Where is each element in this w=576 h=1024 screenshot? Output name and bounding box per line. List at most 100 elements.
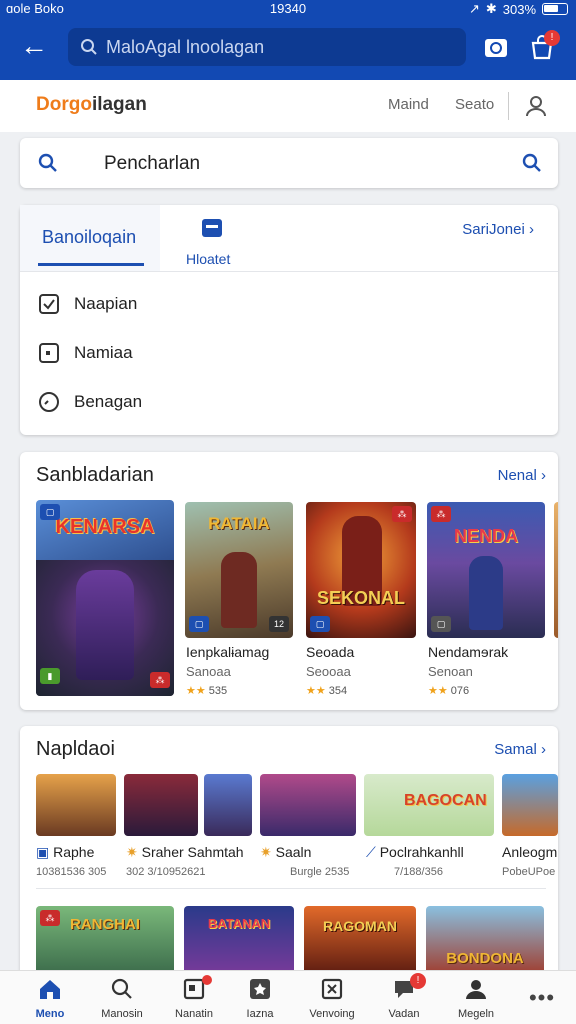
game-tile[interactable]: RATAIA ▢ 12 (185, 502, 293, 638)
tab-active[interactable]: Banoiloqain (20, 205, 160, 271)
game-art-title: KENARSA (55, 516, 155, 538)
game-tile[interactable]: BATANAN (184, 906, 294, 976)
search-submit-icon[interactable] (522, 153, 542, 173)
header-link-seato[interactable]: Seato (455, 96, 494, 113)
game-rating: ★★ 076 (428, 685, 470, 697)
search-icon (111, 978, 132, 999)
game-subtitle: 7/188/356 (394, 866, 443, 878)
section-more-link[interactable]: Nenal › (498, 467, 546, 484)
game-tile[interactable] (204, 774, 252, 836)
platform-badge: ▢ (40, 504, 60, 520)
search-icon (81, 39, 97, 55)
nav-label: Iazna (246, 1008, 274, 1020)
nav-apps[interactable]: Nanatin (162, 975, 226, 1020)
game-name[interactable]: Nendamɘrak (428, 644, 508, 660)
brand-logo[interactable]: Dorgoilagan (36, 94, 147, 116)
top-app-bar: ɑole Boko 19340 ↗ ✱ 303% ← MaloAgal lnoo… (0, 0, 576, 80)
nav-home[interactable]: Meno (18, 977, 82, 1020)
game-subtitle: PobeUPoe (502, 866, 556, 878)
game-art-title: RATAIA (208, 514, 270, 533)
platform-badge: ▢ (310, 616, 330, 632)
filter-option-label: Namiaa (74, 343, 133, 362)
game-art-title: NENDA (453, 526, 518, 546)
tab-underline (38, 263, 144, 266)
top-search-text: MaloAgal lnoolagan (106, 36, 265, 57)
nav-search[interactable]: Manosin (90, 977, 154, 1020)
square-icon (39, 343, 59, 363)
nav-label: Venvoing (309, 1008, 355, 1020)
game-subtitle: Burgle 2535 (290, 866, 350, 878)
game-name[interactable]: ✷ Saaln (260, 844, 311, 861)
account-icon (466, 980, 486, 999)
radio-icon (39, 392, 59, 412)
game-tile[interactable]: RANGHAI ⁂ (36, 906, 174, 976)
game-art-title: RAGOMAN (323, 918, 397, 934)
camera-icon[interactable] (482, 34, 510, 62)
game-tile[interactable]: BAGOCAN (364, 774, 494, 836)
nav-more[interactable]: ••• (510, 985, 574, 1011)
top-search-field[interactable]: MaloAgal lnoolagan (68, 28, 466, 66)
game-rating: ★★ 535 (186, 685, 228, 697)
game-tile[interactable]: BONDONA (426, 906, 544, 976)
game-subtitle: Senoan (428, 664, 473, 679)
filter-option-3[interactable]: Benagan (38, 387, 142, 417)
game-tile-large[interactable]: KENARSA ▢ ▮ ⁂ (36, 500, 174, 696)
section-featured: Sanbladarian Nenal › KENARSA ▢ ▮ ⁂ RATAI… (20, 452, 558, 710)
game-tile[interactable] (36, 774, 116, 836)
header-link-maind[interactable]: Maind (388, 96, 429, 113)
section-title: Napldaoi (36, 738, 115, 760)
game-art-title: BAGOCAN (404, 792, 487, 809)
nav-games[interactable]: Venvoing (300, 977, 364, 1020)
game-tile[interactable] (260, 774, 356, 836)
filter-more-link[interactable]: SariJonei › (462, 221, 534, 238)
user-icon[interactable] (524, 94, 548, 118)
app-screen: ɑole Boko 19340 ↗ ✱ 303% ← MaloAgal lnoo… (0, 0, 576, 1024)
cart-icon[interactable]: ! (528, 30, 560, 62)
platform-badge: ▢ (189, 616, 209, 632)
game-tile[interactable]: RAGOMAN (304, 906, 416, 976)
cart-badge: ! (544, 30, 560, 46)
filter-option-2[interactable]: Namiaa (38, 338, 133, 368)
game-art-title: SEKONAL (316, 588, 405, 608)
game-tile[interactable]: SEKONAL ⁂ ▢ (306, 502, 416, 638)
game-tile[interactable] (124, 774, 198, 836)
store-icon (202, 219, 222, 237)
header-row: Dorgoilagan Maind Seato (0, 80, 576, 132)
search-card[interactable]: Pencharlan (20, 138, 558, 188)
game-tile[interactable]: NENDA ⁂ ▢ (427, 502, 545, 638)
game-name[interactable]: Seoada (306, 644, 354, 660)
filter-option-1[interactable]: Naapian (38, 289, 137, 319)
nav-label: Meno (35, 1008, 65, 1020)
game-name[interactable]: Ienpkalɨamag (186, 644, 269, 660)
divider (20, 271, 558, 272)
nav-label: Nanatin (175, 1008, 213, 1020)
section-popular: Napldaoi Samal › BAGOCAN ▣ Raphe 1038153… (20, 726, 558, 976)
home-icon (40, 980, 60, 999)
tab-secondary[interactable]: Hloatet (178, 217, 248, 267)
games-icon (321, 978, 343, 1000)
game-rating: ★★ 354 (306, 685, 348, 697)
filter-card: Banoiloqain Hloatet SariJonei › Naapian … (20, 205, 558, 435)
game-name[interactable]: ▣ Raphe (36, 844, 94, 861)
section-more-link[interactable]: Samal › (494, 741, 546, 758)
game-name[interactable]: ✷ Sraher Sahmtah (126, 844, 244, 861)
hero-figure (76, 570, 134, 680)
nav-label: Manosin (101, 1008, 143, 1020)
nav-chat[interactable]: ! Vadan (372, 973, 436, 1020)
divider (36, 888, 546, 889)
bottom-navigation: Meno Manosin Nanatin Iazna Venvoing ! Va… (0, 970, 576, 1024)
platform-badge: ▢ (431, 616, 451, 632)
nav-puzzle[interactable]: Iazna (228, 977, 292, 1020)
age-badge: ⁂ (431, 506, 451, 522)
back-arrow-icon[interactable]: ← (20, 32, 52, 64)
nav-account[interactable]: Megeln (444, 977, 508, 1020)
bluetooth-icon: ✱ (485, 1, 497, 16)
age-badge: ⁂ (150, 672, 170, 688)
search-icon (38, 153, 57, 172)
search-input[interactable]: Pencharlan (104, 153, 200, 175)
hero-figure (221, 552, 257, 628)
game-tile-partial[interactable] (554, 502, 558, 638)
game-name[interactable]: Anleogm (502, 844, 557, 860)
game-tile[interactable] (502, 774, 558, 836)
game-name[interactable]: ⟋ Poclrahkanhll (366, 844, 464, 861)
